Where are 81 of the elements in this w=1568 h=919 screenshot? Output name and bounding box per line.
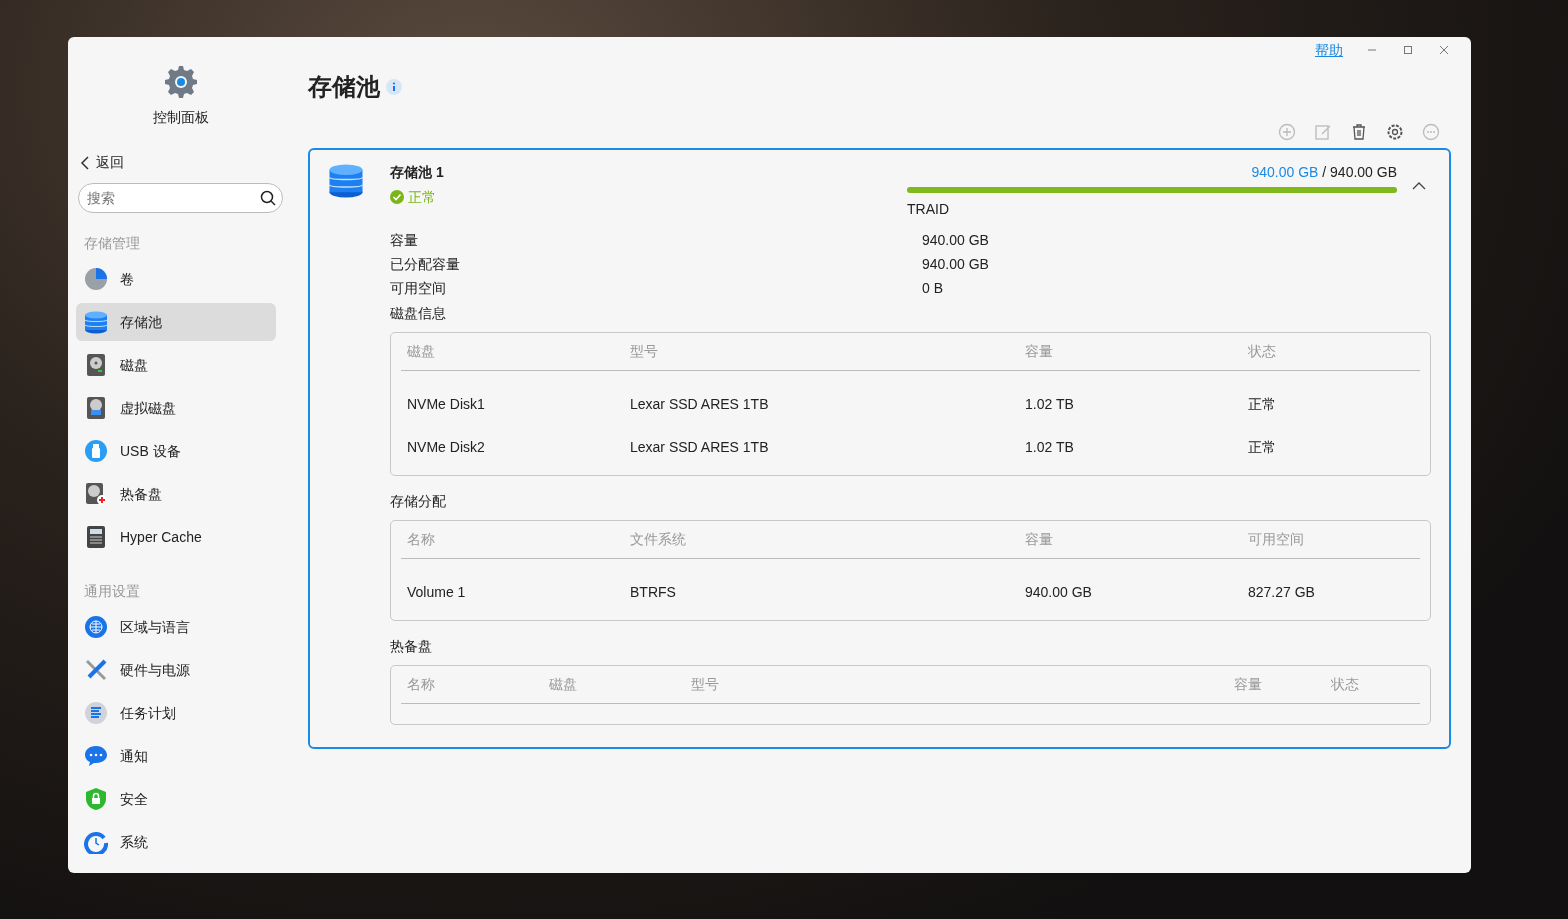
group-heading: 通用设置 bbox=[83, 582, 141, 601]
table-cell-text: 1.02 TB bbox=[1024, 437, 1075, 457]
column-header: 状态 bbox=[1247, 341, 1277, 361]
table-cell-text: 正常 bbox=[1247, 394, 1277, 414]
sidebar-item[interactable]: 存储池 bbox=[76, 303, 276, 341]
column-header: 文件系统 bbox=[629, 529, 687, 549]
maximize-icon bbox=[1404, 46, 1412, 54]
raid-type: TRAID bbox=[907, 199, 950, 219]
sidebar-item[interactable]: 虚拟磁盘 bbox=[76, 389, 276, 427]
table-cell-text: 827.27 GB bbox=[1247, 582, 1316, 602]
check-circle-icon bbox=[390, 190, 404, 205]
sidebar-item[interactable]: 任务计划 bbox=[76, 694, 276, 732]
column-header: 磁盘 bbox=[548, 674, 578, 694]
help-link[interactable]: 帮助 bbox=[1315, 39, 1343, 61]
property-label: 容量 bbox=[390, 230, 419, 250]
column-header: 磁盘 bbox=[406, 341, 436, 361]
usb-drive-icon bbox=[84, 439, 108, 463]
column-header: 名称 bbox=[406, 529, 436, 549]
total-capacity: 940.00 GB bbox=[1330, 163, 1397, 180]
sidebar-item[interactable]: 系统 bbox=[76, 823, 276, 861]
sidebar-item[interactable]: 区域与语言 bbox=[76, 608, 276, 646]
used-capacity: 940.00 GB bbox=[1251, 163, 1319, 180]
table-cell-text: Lexar SSD ARES 1TB bbox=[629, 437, 770, 457]
section-title: 存储分配 bbox=[390, 491, 447, 511]
table-cell-text: 正常 bbox=[1247, 437, 1277, 457]
section-title: 磁盘信息 bbox=[390, 303, 447, 323]
sidebar-item[interactable]: USB 设备 bbox=[76, 432, 276, 470]
page-title: 存储池 bbox=[308, 73, 380, 102]
search-field[interactable]: 搜索 bbox=[78, 183, 283, 213]
search-icon bbox=[260, 190, 276, 206]
info-icon bbox=[386, 79, 402, 96]
table-cell-text: NVMe Disk1 bbox=[406, 394, 486, 414]
sidebar-item[interactable]: 热备盘 bbox=[76, 475, 276, 513]
shield-lock-icon bbox=[84, 787, 108, 811]
close-icon bbox=[1440, 46, 1448, 54]
property-value: 940.00 GB bbox=[922, 254, 990, 274]
chevron-left-icon bbox=[80, 155, 90, 170]
task-list-icon bbox=[84, 701, 108, 725]
table-cell-text: 1.02 TB bbox=[1024, 394, 1075, 414]
pie-chart-icon bbox=[84, 267, 108, 291]
table-cell-text: BTRFS bbox=[629, 582, 677, 602]
property-label: 已分配容量 bbox=[390, 254, 461, 274]
group-heading: 存储管理 bbox=[83, 234, 141, 253]
globe-icon bbox=[84, 615, 108, 639]
column-header: 名称 bbox=[406, 674, 436, 694]
column-header: 容量 bbox=[1233, 674, 1263, 694]
property-value: 940.00 GB bbox=[922, 230, 990, 250]
sidebar-item[interactable]: 磁盘 bbox=[76, 346, 276, 384]
sidebar-item[interactable]: 通知 bbox=[76, 737, 276, 775]
table-cell-text: 940.00 GB bbox=[1024, 582, 1093, 602]
column-header: 型号 bbox=[690, 674, 720, 694]
column-header: 可用空间 bbox=[1247, 529, 1305, 549]
gear-icon bbox=[163, 65, 198, 99]
sidebar-item[interactable]: 安全 bbox=[76, 780, 276, 818]
property-label: 可用空间 bbox=[390, 278, 447, 298]
minimize-icon bbox=[1368, 49, 1376, 51]
separator-text: / bbox=[1321, 163, 1328, 180]
back-button[interactable]: 返回 bbox=[76, 152, 128, 173]
app-title: 控制面板 bbox=[152, 108, 209, 127]
status-text: 正常 bbox=[408, 187, 436, 207]
ssd-icon bbox=[84, 525, 108, 549]
chat-bubble-icon bbox=[84, 744, 108, 768]
column-header: 容量 bbox=[1024, 529, 1054, 549]
maximize-button[interactable] bbox=[1401, 43, 1415, 57]
property-value: 0 B bbox=[922, 278, 944, 298]
refresh-clock-icon bbox=[84, 830, 108, 854]
column-header: 容量 bbox=[1024, 341, 1054, 361]
close-button[interactable] bbox=[1437, 43, 1451, 57]
hard-disk-icon bbox=[84, 482, 108, 506]
tools-icon bbox=[84, 658, 108, 682]
sidebar-item[interactable]: 硬件与电源 bbox=[76, 651, 276, 689]
sidebar-item[interactable]: 卷 bbox=[76, 260, 276, 298]
table-cell-text: Volume 1 bbox=[406, 582, 467, 602]
table-cell-text: Lexar SSD ARES 1TB bbox=[629, 394, 770, 414]
section-title: 热备盘 bbox=[390, 636, 433, 656]
database-icon bbox=[84, 310, 108, 334]
column-header: 状态 bbox=[1330, 674, 1360, 694]
table-cell-text: NVMe Disk2 bbox=[406, 437, 486, 457]
column-header: 型号 bbox=[629, 341, 659, 361]
pool-name: 存储池 1 bbox=[390, 162, 444, 182]
sidebar-item[interactable]: Hyper Cache bbox=[76, 518, 276, 556]
